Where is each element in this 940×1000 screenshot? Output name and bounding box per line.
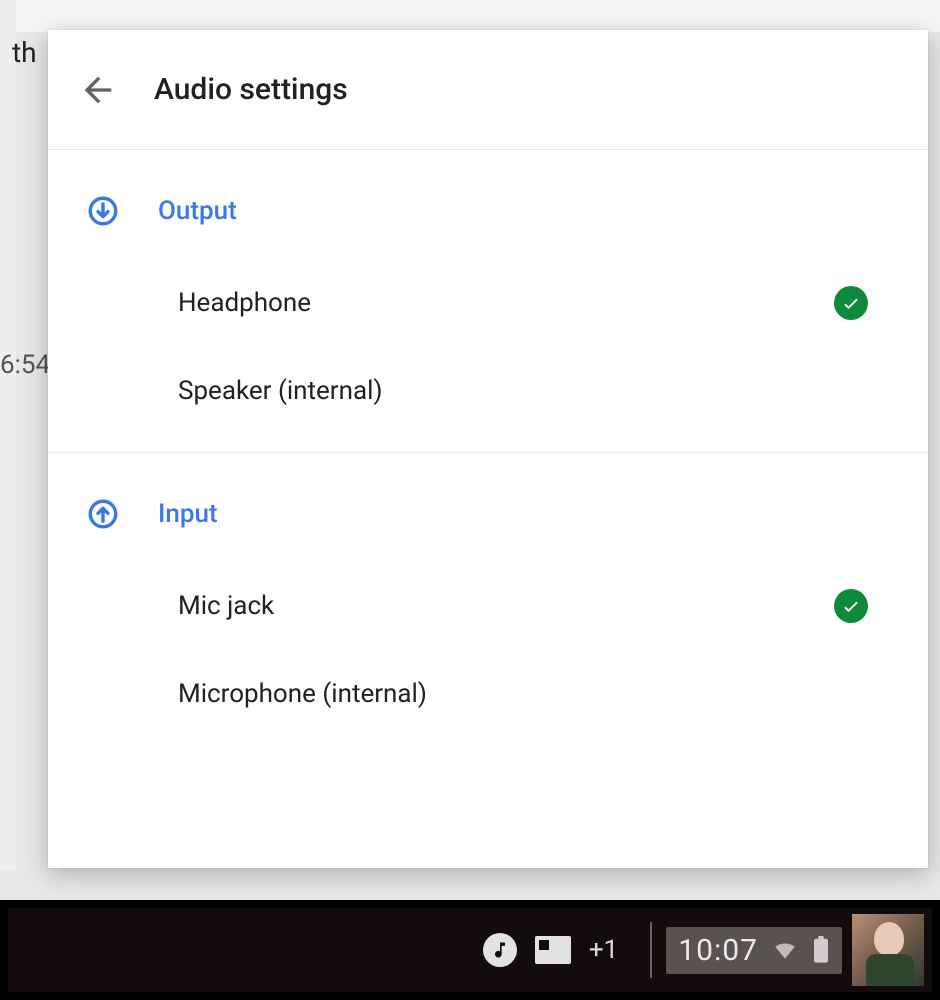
- panel-header: Audio settings: [48, 30, 928, 150]
- background-strip: [0, 0, 940, 32]
- background-text: th: [12, 36, 37, 69]
- selected-check-icon: [834, 286, 868, 320]
- output-option-speaker-internal[interactable]: Speaker (internal): [48, 348, 928, 434]
- output-option-headphone[interactable]: Headphone: [48, 258, 928, 348]
- music-tray-icon[interactable]: [483, 933, 517, 967]
- selected-check-icon: [834, 589, 868, 623]
- output-icon: [84, 192, 122, 230]
- wifi-icon: [772, 937, 798, 963]
- input-option-microphone-internal[interactable]: Microphone (internal): [48, 651, 928, 709]
- output-section-label: Output: [158, 196, 237, 226]
- input-section-label: Input: [158, 499, 218, 529]
- back-button[interactable]: [78, 70, 118, 110]
- battery-icon: [812, 936, 830, 964]
- option-label: Headphone: [178, 288, 311, 318]
- output-section-header: Output: [48, 150, 928, 258]
- panel-title: Audio settings: [154, 72, 348, 107]
- option-label: Microphone (internal): [178, 679, 427, 709]
- arrow-left-icon: [78, 70, 118, 110]
- option-label: Mic jack: [178, 591, 274, 621]
- shelf: +1 10:07: [0, 900, 940, 1000]
- input-option-mic-jack[interactable]: Mic jack: [48, 561, 928, 651]
- audio-settings-panel: Audio settings Output Headphone Speaker …: [48, 30, 928, 868]
- news-tray-icon[interactable]: [535, 936, 571, 964]
- clock: 10:07: [678, 933, 758, 968]
- input-section-header: Input: [48, 453, 928, 561]
- status-area[interactable]: 10:07: [666, 927, 842, 974]
- overflow-count[interactable]: +1: [589, 935, 618, 965]
- shelf-separator: [650, 922, 652, 978]
- shelf-tray-icons: +1: [483, 933, 636, 967]
- background-time: 6:54: [0, 350, 50, 380]
- input-icon: [84, 495, 122, 533]
- user-avatar[interactable]: [852, 914, 924, 986]
- background-sidebar: [0, 0, 16, 870]
- option-label: Speaker (internal): [178, 376, 383, 406]
